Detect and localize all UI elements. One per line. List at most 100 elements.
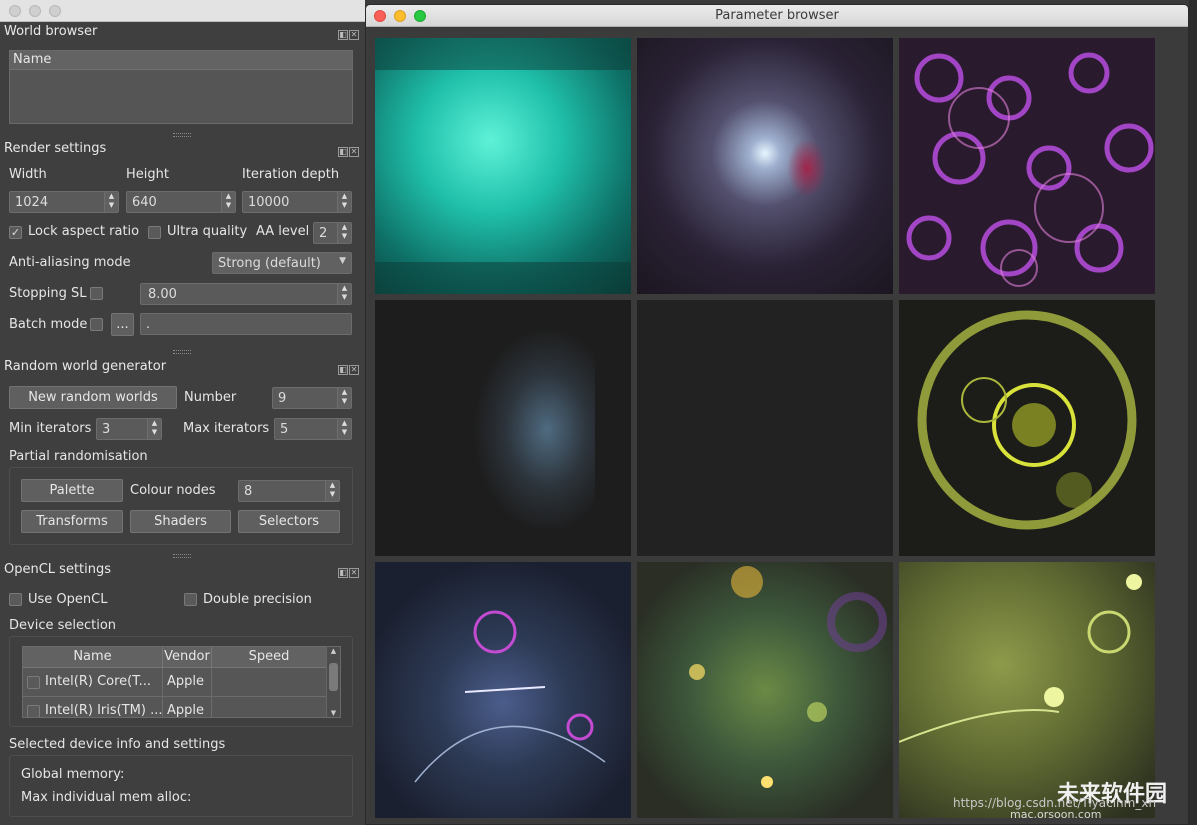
render-settings-dock-buttons: ◧ ✕ (337, 143, 359, 157)
close-icon[interactable]: ✕ (349, 147, 359, 157)
double-precision-checkbox[interactable] (184, 593, 197, 606)
thumbnail-sparse-spray[interactable] (375, 300, 631, 556)
number-spinbox[interactable]: 9 ▲ ▼ (272, 387, 352, 409)
spin-arrows-icon[interactable]: ▲ ▼ (337, 192, 351, 212)
splitter-handle[interactable] (173, 554, 191, 558)
device-table[interactable]: Name Vendor Speed Intel(R) Core(T... App… (22, 646, 341, 718)
max-iterators-label: Max iterators (183, 421, 270, 436)
device-checkbox[interactable] (27, 676, 40, 689)
width-spinbox[interactable]: 1024 ▲ ▼ (9, 191, 119, 213)
close-light-icon[interactable] (374, 10, 386, 22)
batch-browse-button[interactable]: ... (111, 313, 134, 336)
close-icon[interactable]: ✕ (349, 30, 359, 40)
spin-arrows-icon[interactable]: ▲ ▼ (104, 192, 118, 212)
minimize-light-icon[interactable] (394, 10, 406, 22)
zoom-light-icon[interactable] (49, 5, 61, 17)
device-selection-label: Device selection (9, 618, 117, 633)
palette-button[interactable]: Palette (21, 479, 123, 502)
float-icon[interactable]: ◧ (338, 568, 348, 578)
zoom-light-icon[interactable] (414, 10, 426, 22)
selectors-button[interactable]: Selectors (238, 510, 340, 533)
world-list-header-name[interactable]: Name (10, 51, 352, 70)
ultra-quality-label: Ultra quality (167, 224, 248, 239)
spin-arrows-icon[interactable]: ▲ ▼ (147, 419, 161, 439)
column-header-name[interactable]: Name (23, 647, 163, 668)
spin-arrows-icon[interactable]: ▲ ▼ (325, 481, 339, 501)
float-icon[interactable]: ◧ (338, 365, 348, 375)
iteration-depth-value: 10000 (248, 195, 290, 210)
partial-randomisation-label: Partial randomisation (9, 449, 148, 464)
float-icon[interactable]: ◧ (338, 30, 348, 40)
opencl-title: OpenCL settings (4, 562, 112, 577)
close-icon[interactable]: ✕ (349, 365, 359, 375)
thumbnail-glow (787, 138, 827, 198)
device-speed-cell (212, 697, 327, 717)
min-iterators-spinbox[interactable]: 3 ▲ ▼ (96, 418, 162, 440)
splitter-handle[interactable] (173, 133, 191, 137)
thumbnail-blue-swirl[interactable] (375, 562, 631, 818)
spin-arrows-icon[interactable]: ▲ ▼ (337, 223, 351, 243)
stopping-sl-spinbox[interactable]: 8.00 ▲ ▼ (140, 283, 352, 305)
device-table-scrollbar[interactable]: ▲ ▼ (326, 647, 340, 717)
batch-path-field[interactable]: . (140, 313, 352, 335)
scroll-up-icon[interactable]: ▲ (327, 647, 340, 655)
minimize-light-icon[interactable] (29, 5, 41, 17)
new-random-worlds-button[interactable]: New random worlds (9, 386, 177, 409)
splitter-handle[interactable] (173, 350, 191, 354)
random-world-title: Random world generator (4, 359, 167, 374)
device-info-group (9, 755, 353, 817)
float-icon[interactable]: ◧ (338, 147, 348, 157)
opencl-dock-buttons: ◧ ✕ (337, 564, 359, 578)
left-panel-window: World browser ◧ ✕ Name Render settings ◧ ✕… (0, 0, 365, 825)
aa-level-spinbox[interactable]: 2 ▲ ▼ (313, 222, 352, 244)
use-opencl-checkbox[interactable] (9, 593, 22, 606)
spin-arrows-icon[interactable]: ▲ ▼ (221, 192, 235, 212)
world-browser-dock-buttons: ◧ ✕ (337, 26, 359, 40)
spin-arrows-icon[interactable]: ▲ ▼ (337, 284, 351, 304)
batch-mode-checkbox[interactable] (90, 318, 103, 331)
chevron-down-icon: ▼ (339, 256, 346, 266)
aa-mode-label: Anti-aliasing mode (9, 255, 131, 270)
height-spinbox[interactable]: 640 ▲ ▼ (126, 191, 236, 213)
lock-aspect-label: Lock aspect ratio (28, 224, 140, 239)
device-speed-cell (212, 668, 327, 697)
column-header-speed[interactable]: Speed (212, 647, 327, 668)
thumbnail-cyan-fractal[interactable] (375, 38, 631, 294)
device-checkbox[interactable] (27, 705, 40, 717)
scroll-down-icon[interactable]: ▼ (327, 709, 340, 717)
window-title: Parameter browser (715, 8, 839, 23)
shaders-button[interactable]: Shaders (130, 510, 231, 533)
thumbnail-yellow-ring[interactable] (899, 300, 1155, 556)
stopping-sl-value: 8.00 (148, 287, 177, 302)
colour-nodes-value: 8 (244, 484, 253, 499)
scrollbar-thumb[interactable] (329, 663, 338, 691)
min-iterators-label: Min iterators (9, 421, 92, 436)
stopping-sl-checkbox[interactable] (90, 287, 103, 300)
bubbles-pattern (689, 566, 887, 788)
device-info-label: Selected device info and settings (9, 737, 226, 752)
spin-arrows-icon[interactable]: ▲ ▼ (337, 419, 351, 439)
thumbnail-purple-curls[interactable] (899, 38, 1155, 294)
close-light-icon[interactable] (9, 5, 21, 17)
transforms-button[interactable]: Transforms (21, 510, 123, 533)
iteration-depth-spinbox[interactable]: 10000 ▲ ▼ (242, 191, 352, 213)
number-label: Number (184, 390, 237, 405)
min-iterators-value: 3 (102, 422, 111, 437)
world-browser-title: World browser (4, 24, 98, 39)
random-world-dock-buttons: ◧ ✕ (337, 361, 359, 375)
close-icon[interactable]: ✕ (349, 568, 359, 578)
aa-mode-combo[interactable]: Strong (default) ▼ (212, 252, 352, 274)
lock-aspect-checkbox[interactable]: ✓ (9, 226, 22, 239)
thumbnail-green-bubbles[interactable] (637, 562, 893, 818)
max-iterators-spinbox[interactable]: 5 ▲ ▼ (274, 418, 352, 440)
spin-arrows-icon[interactable]: ▲ ▼ (337, 388, 351, 408)
thumbnail-dark-noise[interactable] (637, 300, 893, 556)
ultra-quality-checkbox[interactable] (148, 226, 161, 239)
thumbnail-starburst[interactable] (637, 38, 893, 294)
column-header-vendor[interactable]: Vendor (163, 647, 212, 668)
world-list[interactable]: Name (9, 50, 353, 124)
colour-nodes-spinbox[interactable]: 8 ▲ ▼ (238, 480, 340, 502)
aa-mode-value: Strong (default) (218, 256, 321, 271)
curls-pattern (906, 52, 1154, 287)
left-titlebar (0, 0, 365, 22)
